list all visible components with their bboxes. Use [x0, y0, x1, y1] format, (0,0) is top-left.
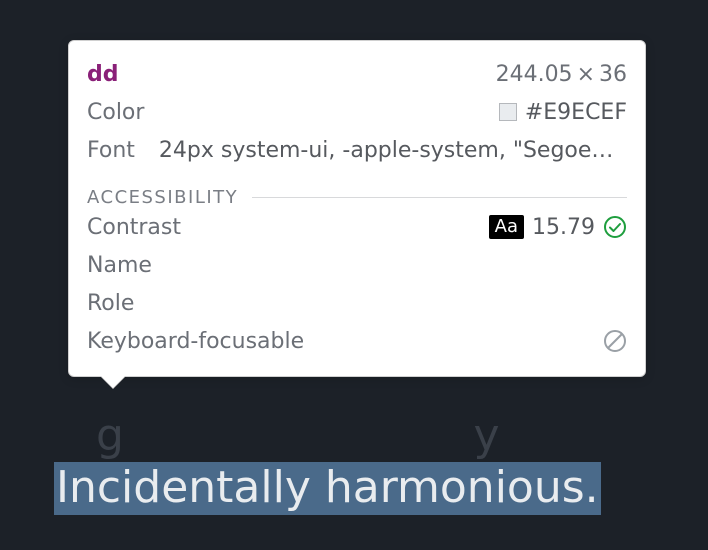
contrast-value-group: Aa 15.79: [489, 215, 627, 240]
color-row: Color #E9ECEF: [87, 93, 627, 131]
name-label: Name: [87, 253, 152, 278]
accessibility-heading: Accessibility: [87, 187, 238, 208]
contrast-sample-chip: Aa: [489, 215, 524, 239]
element-inspector-tooltip: dd 244.05×36 Color #E9ECEF Font 24px sys…: [68, 40, 646, 377]
role-row: Role: [87, 284, 627, 322]
times-symbol: ×: [573, 62, 599, 87]
keyboard-focusable-value: [603, 329, 627, 353]
check-circle-icon: [603, 215, 627, 239]
color-value-group: #E9ECEF: [499, 100, 627, 125]
font-value: 24px system-ui, -apple-system, "Segoe…: [159, 138, 627, 163]
color-value: #E9ECEF: [525, 100, 627, 125]
color-swatch-icon: [499, 103, 517, 121]
element-dimensions: 244.05×36: [496, 62, 627, 87]
font-row: Font 24px system-ui, -apple-system, "Seg…: [87, 131, 627, 169]
keyboard-focusable-label: Keyboard-focusable: [87, 329, 304, 354]
font-label: Font: [87, 138, 135, 163]
contrast-row: Contrast Aa 15.79: [87, 208, 627, 246]
name-row: Name: [87, 246, 627, 284]
element-header-row: dd 244.05×36: [87, 55, 627, 93]
accessibility-section-header: Accessibility: [87, 187, 627, 208]
color-label: Color: [87, 100, 144, 125]
element-width: 244.05: [496, 62, 573, 87]
contrast-label: Contrast: [87, 215, 181, 240]
keyboard-focusable-row: Keyboard-focusable: [87, 322, 627, 360]
prohibited-icon: [603, 329, 627, 353]
contrast-value: 15.79: [532, 215, 595, 240]
element-tag-name: dd: [87, 62, 119, 87]
role-label: Role: [87, 291, 134, 316]
section-divider: [252, 197, 627, 198]
background-obscured-text: g y: [54, 410, 500, 461]
highlighted-dd-text[interactable]: Incidentally harmonious.: [54, 462, 601, 515]
element-height: 36: [599, 62, 627, 87]
